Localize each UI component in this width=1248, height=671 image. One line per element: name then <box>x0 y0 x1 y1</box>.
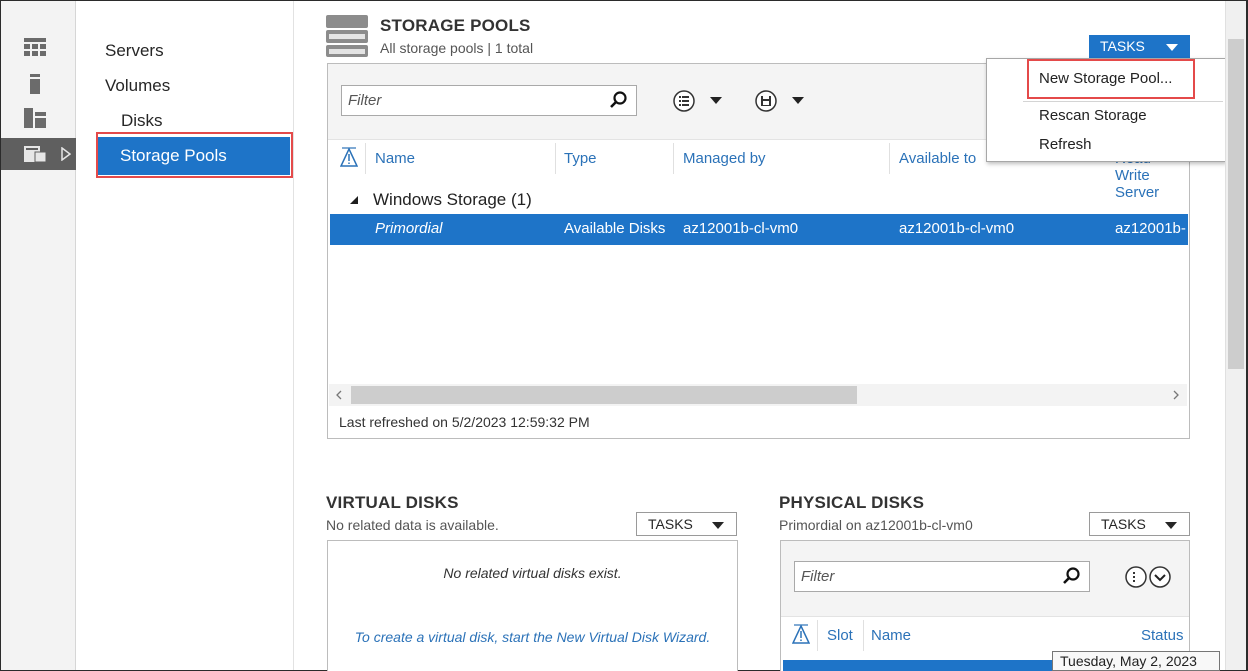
physical-disks-subtitle: Primordial on az12001b-cl-vm0 <box>779 517 973 533</box>
physical-disks-tasks-button[interactable]: TASKS <box>1089 512 1190 536</box>
tasks-label: TASKS <box>648 516 693 532</box>
chevron-down-icon <box>712 522 724 529</box>
scroll-right-icon[interactable] <box>1172 390 1180 400</box>
tasks-label: TASKS <box>1100 38 1145 54</box>
virtual-disks-panel: No related virtual disks exist. To creat… <box>327 540 738 671</box>
collapse-triangle-icon[interactable] <box>349 195 359 205</box>
column-header-available-to[interactable]: Available to <box>899 150 976 167</box>
search-icon <box>610 91 627 108</box>
cell-managed-by: az12001b-cl-vm0 <box>683 220 799 237</box>
dashboard-icon <box>24 38 46 56</box>
list-options-icon[interactable] <box>672 89 726 113</box>
storage-pools-title: STORAGE POOLS <box>380 16 531 35</box>
search-icon <box>1063 567 1080 584</box>
filter-placeholder: Filter <box>348 92 382 109</box>
virtual-disks-subtitle: No related data is available. <box>326 517 499 533</box>
menu-separator <box>1023 101 1223 102</box>
scrollbar-thumb[interactable] <box>351 386 857 404</box>
physical-disks-filter-input[interactable]: Filter <box>794 561 1090 592</box>
tasks-label: TASKS <box>1101 516 1146 532</box>
column-header-name[interactable]: Name <box>871 627 911 644</box>
rail-file-storage-services[interactable] <box>1 138 76 170</box>
scrollbar-thumb[interactable] <box>1228 39 1244 369</box>
storage-pools-tasks-button[interactable]: TASKS <box>1089 35 1190 59</box>
column-separator <box>365 143 366 174</box>
nav-item-volumes[interactable]: Volumes <box>105 76 170 96</box>
column-separator <box>817 620 818 651</box>
column-header-type[interactable]: Type <box>564 150 597 167</box>
nav-item-disks[interactable]: Disks <box>121 111 163 131</box>
column-header-name[interactable]: Name <box>375 150 415 167</box>
last-refreshed-text: Last refreshed on 5/2/2023 12:59:32 PM <box>339 414 590 430</box>
chevron-down-icon <box>1166 44 1178 51</box>
cell-read-write-server: az12001b- <box>1115 220 1186 237</box>
storage-pools-filter-input[interactable]: Filter <box>341 85 637 116</box>
date-tooltip: Tuesday, May 2, 2023 <box>1052 651 1220 671</box>
menu-item-refresh[interactable]: Refresh <box>1039 136 1092 153</box>
warning-filter-icon[interactable] <box>792 624 810 646</box>
column-separator <box>555 143 556 174</box>
highlight-storage-pools <box>96 132 293 178</box>
virtual-disks-empty-note: No related virtual disks exist. <box>443 565 622 581</box>
filter-placeholder: Filter <box>801 568 835 585</box>
list-options-icon[interactable] <box>1124 565 1172 589</box>
physical-disks-column-headers: Slot Name Status <box>781 620 1189 651</box>
menu-item-rescan-storage[interactable]: Rescan Storage <box>1039 107 1147 124</box>
group-label: Windows Storage (1) <box>373 190 532 209</box>
server-manager-rail <box>1 1 76 670</box>
cell-type: Available Disks <box>564 220 666 237</box>
table-row-primordial[interactable]: Primordial Available Disks az12001b-cl-v… <box>330 214 1188 245</box>
cell-available-to: az12001b-cl-vm0 <box>899 220 1015 237</box>
column-header-slot[interactable]: Slot <box>827 627 853 644</box>
physical-disks-toolbar: Filter <box>781 541 1189 617</box>
rail-dashboard[interactable] <box>1 31 76 63</box>
nav-item-servers[interactable]: Servers <box>105 41 164 61</box>
rail-all-servers[interactable] <box>1 101 76 133</box>
storage-pool-icon <box>326 15 368 57</box>
virtual-disks-tasks-button[interactable]: TASKS <box>636 512 737 536</box>
physical-disks-title: PHYSICAL DISKS <box>779 493 925 512</box>
cell-name: Primordial <box>375 220 443 237</box>
storage-pools-horizontal-scrollbar[interactable] <box>329 384 1187 406</box>
local-server-icon <box>30 74 40 94</box>
virtual-disks-title: VIRTUAL DISKS <box>326 493 459 512</box>
navigation-pane: Servers Volumes Disks Storage Pools <box>77 1 294 670</box>
rail-local-server[interactable] <box>1 67 76 99</box>
expand-arrow-icon <box>61 147 71 161</box>
save-query-icon[interactable] <box>754 89 808 113</box>
warning-filter-icon[interactable] <box>340 147 358 169</box>
all-servers-icon <box>24 108 46 128</box>
file-storage-icon <box>24 146 47 163</box>
column-separator <box>863 620 864 651</box>
column-header-managed-by[interactable]: Managed by <box>683 150 766 167</box>
column-separator <box>673 143 674 174</box>
column-separator <box>889 143 890 174</box>
new-virtual-disk-wizard-link[interactable]: To create a virtual disk, start the New … <box>348 626 717 648</box>
group-row-windows-storage[interactable]: Windows Storage (1) <box>328 187 1189 213</box>
highlight-new-storage-pool <box>1027 59 1195 99</box>
column-header-status[interactable]: Status <box>1141 627 1184 644</box>
scroll-left-icon[interactable] <box>335 390 343 400</box>
main-vertical-scrollbar[interactable] <box>1225 1 1246 670</box>
chevron-down-icon <box>1165 522 1177 529</box>
storage-pools-subtitle: All storage pools | 1 total <box>380 40 534 56</box>
